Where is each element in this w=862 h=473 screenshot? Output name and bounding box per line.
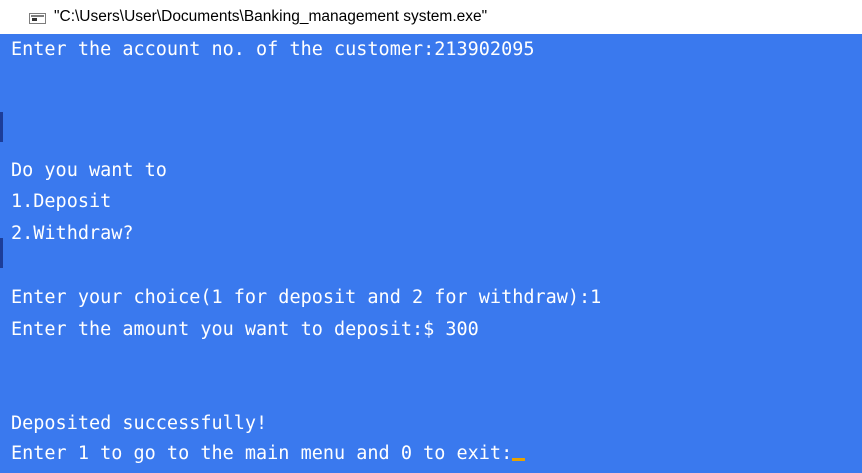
console-output[interactable]: Enter the account no. of the customer:21… <box>0 34 862 473</box>
exit-prompt-text: Enter 1 to go to the main menu and 0 to … <box>11 443 513 464</box>
console-line-prompt: Do you want to <box>11 160 167 181</box>
left-edge-marker <box>0 238 3 268</box>
console-line-option-withdraw: 2.Withdraw? <box>11 223 134 244</box>
window-title: "C:\Users\User\Documents\Banking_managem… <box>54 8 488 25</box>
console-window-icon[interactable] <box>29 13 46 24</box>
console-line-choice: Enter your choice(1 for deposit and 2 fo… <box>11 287 602 308</box>
console-line-exit-prompt[interactable]: Enter 1 to go to the main menu and 0 to … <box>11 438 526 470</box>
console-line-success: Deposited successfully! <box>11 413 268 434</box>
console-line-account-no: Enter the account no. of the customer:21… <box>11 39 535 60</box>
title-bar[interactable]: "C:\Users\User\Documents\Banking_managem… <box>0 0 862 34</box>
console-line-option-deposit: 1.Deposit <box>11 191 112 212</box>
left-edge-marker <box>0 112 3 142</box>
console-line-amount: Enter the amount you want to deposit:$ 3… <box>11 319 479 340</box>
text-cursor <box>512 458 526 461</box>
